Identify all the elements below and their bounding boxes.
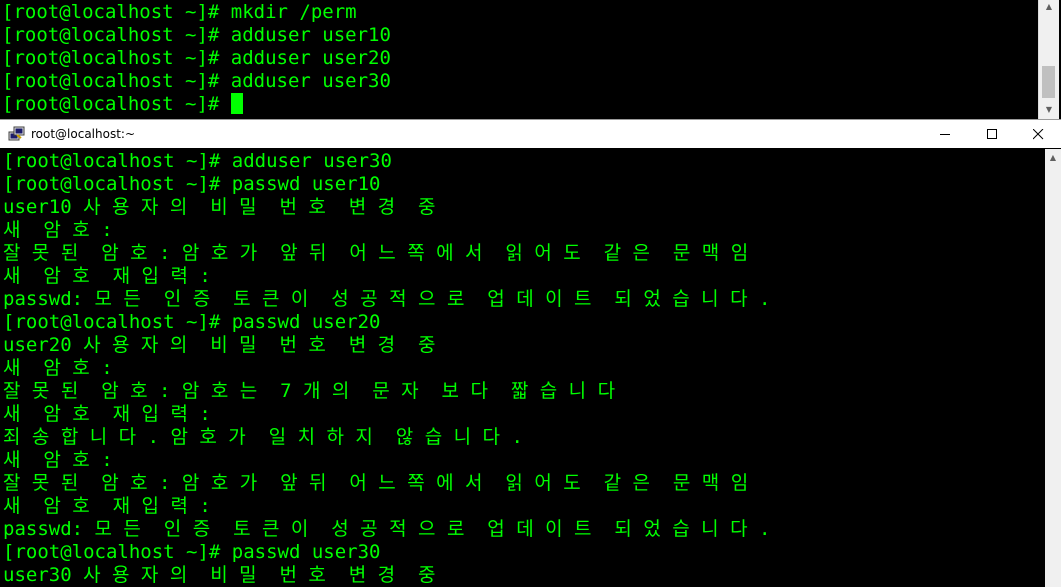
terminal-line: user10 사 용 자 의 비 밀 번 호 변 경 중: [3, 196, 436, 218]
window-title: root@localhost:~: [31, 127, 136, 141]
scroll-up-arrow-icon[interactable]: ▲: [1039, 0, 1059, 14]
terminal-line: 새 암 호 :: [3, 449, 113, 471]
terminal-lines: [root@localhost ~]# adduser user30 [root…: [3, 150, 770, 587]
terminal-scrollbar[interactable]: ▲: [1045, 149, 1061, 587]
terminal-line: [root@localhost ~]# mkdir /perm: [2, 1, 357, 23]
terminal-line: 새 암 호 재 입 력 :: [3, 495, 211, 517]
close-button[interactable]: [1015, 120, 1061, 148]
terminal-line: 잘 못 된 암 호 : 암 호 가 앞 뒤 어 느 쪽 에 서 읽 어 도 같 …: [3, 472, 749, 494]
terminal-line: 새 암 호 :: [3, 357, 113, 379]
terminal-line: passwd: 모 든 인 증 토 큰 이 성 공 적 으 로 업 데 이 트 …: [3, 518, 771, 540]
terminal-line: 새 암 호 재 입 력 :: [3, 403, 211, 425]
background-terminal-output: [root@localhost ~]# mkdir /perm [root@lo…: [2, 1, 391, 116]
terminal-line: 새 암 호 재 입 력 :: [3, 265, 211, 287]
maximize-icon: [987, 129, 997, 139]
terminal-line: 죄 송 합 니 다 . 암 호 가 일 치 하 지 않 습 니 다 .: [3, 426, 523, 448]
close-icon: [1033, 129, 1044, 140]
scroll-up-arrow-icon[interactable]: ▲: [1045, 151, 1061, 165]
terminal-line: [root@localhost ~]# passwd user20: [3, 311, 381, 333]
minimize-button[interactable]: [922, 120, 968, 148]
text-cursor: [230, 93, 243, 114]
terminal-line: passwd: 모 든 인 증 토 큰 이 성 공 적 으 로 업 데 이 트 …: [3, 288, 771, 310]
terminal-line: [root@localhost ~]# passwd user10: [3, 173, 381, 195]
terminal-output[interactable]: [root@localhost ~]# adduser user30 [root…: [0, 149, 1045, 587]
background-scrollbar[interactable]: ▲ ▼: [1038, 0, 1059, 119]
background-terminal[interactable]: [root@localhost ~]# mkdir /perm [root@lo…: [0, 0, 1061, 119]
minimize-icon: [940, 134, 950, 135]
terminal-line: [root@localhost ~]# adduser user20: [2, 47, 391, 69]
terminal-line: 잘 못 된 암 호 : 암 호 가 앞 뒤 어 느 쪽 에 서 읽 어 도 같 …: [3, 242, 749, 264]
scroll-down-arrow-icon[interactable]: ▼: [1039, 103, 1059, 117]
scrollbar-thumb[interactable]: [1042, 66, 1055, 98]
terminal-line: [root@localhost ~]# adduser user30: [2, 70, 391, 92]
terminal-prompt-line: [root@localhost ~]#: [2, 93, 391, 116]
prompt-text: [root@localhost ~]#: [2, 93, 231, 115]
terminal-line: [root@localhost ~]# passwd user30: [3, 541, 381, 563]
terminal-line: user20 사 용 자 의 비 밀 번 호 변 경 중: [3, 334, 436, 356]
terminal-line: [root@localhost ~]# adduser user10: [2, 24, 391, 46]
terminal-window[interactable]: root@localhost:~ [root@localhost ~]# add…: [0, 119, 1061, 587]
window-titlebar[interactable]: root@localhost:~: [0, 120, 1061, 148]
terminal-line: [root@localhost ~]# adduser user30: [3, 150, 392, 172]
terminal-line: user30 사 용 자 의 비 밀 번 호 변 경 중: [3, 564, 436, 586]
terminal-line: 새 암 호 :: [3, 219, 113, 241]
putty-icon: [8, 126, 26, 142]
maximize-button[interactable]: [969, 120, 1015, 148]
terminal-line: 잘 못 된 암 호 : 암 호 는 7 개 의 문 자 보 다 짧 습 니 다: [3, 380, 616, 402]
